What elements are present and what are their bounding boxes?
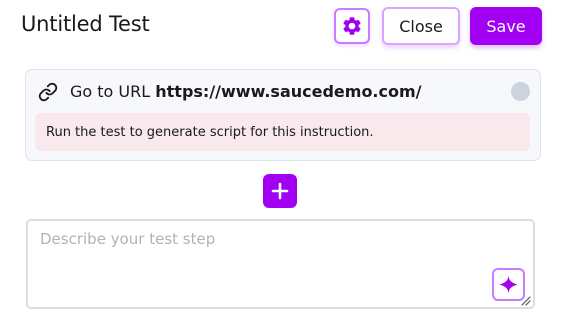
plus-icon [271,182,289,200]
test-editor: Untitled Test Close Save Go to URL https… [0,0,565,325]
step-action: Go to URL [70,82,151,101]
step-url: https://www.saucedemo.com/ [155,82,422,101]
page-title: Untitled Test [21,12,150,36]
script-notice: Run the test to generate script for this… [35,113,530,151]
test-step-input[interactable] [26,219,535,309]
close-button[interactable]: Close [382,7,460,45]
test-step-card[interactable]: Go to URL https://www.saucedemo.com/ Run… [25,69,541,161]
sparkle-icon [499,275,518,294]
step-instruction: Go to URL https://www.saucedemo.com/ [70,82,422,101]
settings-button[interactable] [334,8,370,44]
save-button[interactable]: Save [470,7,542,45]
step-status-indicator [511,82,530,101]
resize-handle[interactable] [520,295,531,306]
add-step-button[interactable] [263,174,297,208]
gear-icon [343,17,361,35]
link-icon [38,82,58,102]
